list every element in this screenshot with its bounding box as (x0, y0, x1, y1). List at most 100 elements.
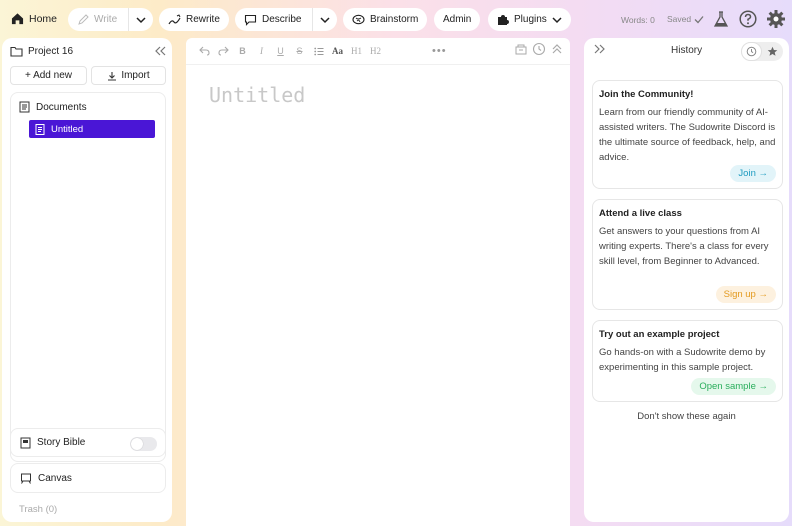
add-new-button[interactable]: + Add new (10, 66, 87, 85)
documents-header[interactable]: Documents (19, 101, 87, 113)
tab-favorites[interactable] (762, 42, 783, 61)
save-status: Saved (667, 14, 704, 24)
documents-label: Documents (36, 101, 87, 113)
brain-icon (352, 14, 365, 24)
project-name[interactable]: Project 16 (28, 46, 73, 57)
help-icon[interactable] (739, 10, 757, 28)
redo-button[interactable] (214, 41, 233, 61)
community-card: Join the Community! Learn from our frien… (592, 80, 783, 189)
check-icon (694, 15, 704, 23)
card-title: Attend a live class (599, 208, 682, 219)
italic-button[interactable]: I (252, 41, 271, 61)
home-button[interactable]: Home (11, 12, 57, 25)
list-icon (313, 47, 323, 55)
strikethrough-button[interactable]: S (290, 41, 309, 61)
rewrite-label: Rewrite (186, 14, 220, 25)
undo-icon (199, 46, 210, 56)
history-icon[interactable] (532, 42, 546, 56)
card-title: Try out an example project (599, 329, 720, 340)
editor-actions (514, 42, 564, 56)
rewrite-icon (168, 13, 181, 24)
undo-button[interactable] (195, 41, 214, 61)
star-icon (767, 46, 778, 56)
story-bible-section[interactable]: Story Bible (10, 428, 166, 457)
brainstorm-label: Brainstorm (370, 14, 419, 25)
heading-2-button[interactable]: H2 (366, 41, 385, 61)
speech-bubble-icon (244, 14, 257, 26)
underline-button[interactable]: U (271, 41, 290, 61)
import-label: Import (121, 70, 150, 81)
lab-flask-icon[interactable] (713, 11, 729, 28)
tab-history[interactable] (741, 42, 762, 61)
plugins-button[interactable]: Plugins (488, 8, 571, 31)
write-label: Write (94, 14, 118, 25)
redo-icon (218, 46, 229, 56)
chevron-down-icon (320, 16, 330, 23)
import-button[interactable]: Import (91, 66, 166, 85)
bullet-list-button[interactable] (309, 41, 328, 61)
chevron-down-icon (552, 16, 562, 23)
download-icon (108, 71, 117, 81)
card-body: Get answers to your questions from AI wr… (599, 226, 769, 267)
documents-section: Documents Untitled (10, 92, 166, 462)
open-sample-button[interactable]: Open sample → (691, 378, 776, 395)
home-label: Home (29, 12, 58, 25)
puzzle-icon (498, 14, 509, 25)
canvas-icon (21, 473, 31, 484)
example-project-card: Try out an example project Go hands-on w… (592, 320, 783, 402)
bold-button[interactable]: B (233, 41, 252, 61)
add-new-label: + Add new (25, 70, 72, 81)
documents-icon (19, 101, 30, 113)
history-header: History (584, 38, 789, 64)
save-status-label: Saved (667, 14, 692, 24)
gear-icon[interactable] (767, 10, 785, 28)
canvas-label: Canvas (38, 472, 72, 484)
story-bible-toggle[interactable] (130, 437, 157, 451)
document-icon (35, 123, 45, 135)
describe-button[interactable]: Describe (235, 8, 312, 31)
write-button[interactable]: Write (68, 8, 128, 31)
describe-split: Describe (235, 8, 337, 31)
card-title: Join the Community! (599, 89, 694, 100)
trash-link[interactable]: Trash (0) (19, 504, 57, 515)
brainstorm-button[interactable]: Brainstorm (343, 8, 428, 31)
right-panel: History Join the Community! Learn from o… (584, 38, 789, 522)
write-options-button[interactable] (129, 8, 153, 31)
pen-icon (78, 13, 89, 25)
plugins-label: Plugins (514, 14, 547, 25)
heading-1-button[interactable]: H1 (347, 41, 366, 61)
story-bible-label: Story Bible (37, 437, 86, 448)
expand-panel-icon[interactable] (594, 44, 606, 54)
home-icon (11, 13, 24, 25)
dismiss-link[interactable]: Don't show these again (584, 411, 789, 422)
sign-up-button[interactable]: Sign up → (715, 286, 776, 303)
top-bar: Home Write Rewrite Describe Brainstorm A… (0, 0, 792, 38)
word-count: Words: 0 (621, 15, 655, 25)
history-tabs (741, 42, 783, 61)
document-title-input[interactable]: Untitled (209, 83, 305, 107)
more-options-icon[interactable]: ••• (432, 45, 447, 57)
card-body: Learn from our friendly community of AI-… (599, 107, 776, 163)
book-icon (20, 437, 31, 448)
canvas-section[interactable]: Canvas (10, 463, 166, 493)
history-title: History (671, 45, 703, 56)
join-button[interactable]: Join → (730, 165, 776, 182)
text-style-button[interactable]: Aa (328, 41, 347, 61)
folder-icon (10, 46, 23, 57)
admin-button[interactable]: Admin (434, 8, 481, 31)
card-body: Go hands-on with a Sudowrite demo by exp… (599, 347, 766, 373)
collapse-sidebar-icon[interactable] (154, 46, 166, 56)
document-title: Untitled (51, 123, 84, 135)
describe-label: Describe (262, 14, 302, 25)
live-class-card: Attend a live class Get answers to your … (592, 199, 783, 310)
rewrite-button[interactable]: Rewrite (159, 8, 229, 31)
document-item-untitled[interactable]: Untitled (29, 120, 155, 138)
left-panel: Project 16 + Add new Import Documents Un… (2, 38, 172, 522)
admin-label: Admin (443, 14, 472, 25)
editor: B I U S Aa H1 H2 ••• Untitled (186, 38, 570, 526)
clock-icon (746, 46, 757, 57)
describe-options-button[interactable] (313, 8, 337, 31)
document-settings-icon[interactable] (514, 42, 528, 56)
collapse-up-icon[interactable] (550, 42, 564, 56)
write-split: Write (68, 8, 153, 31)
